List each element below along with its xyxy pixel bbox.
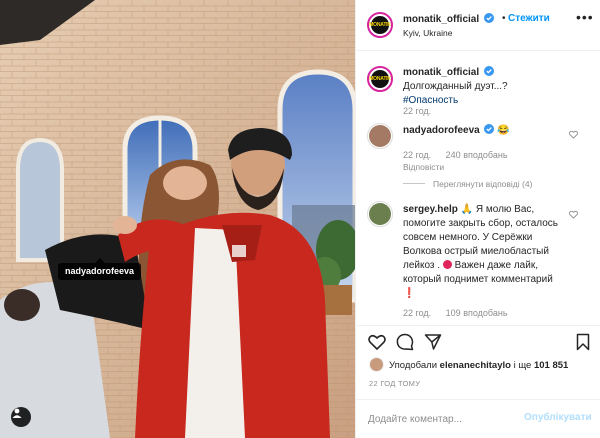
person-icon (12, 408, 22, 418)
comment-input[interactable] (368, 411, 518, 427)
post-comment-button[interactable]: Опублікувати (524, 412, 592, 423)
comment-username[interactable]: sergey.help (403, 204, 458, 215)
location-link[interactable]: Kyiv, Ukraine (403, 28, 452, 38)
post-photo[interactable]: nadyadorofeeva (0, 0, 355, 438)
comment-time: 22 год. (403, 308, 432, 318)
liker-avatar[interactable] (369, 357, 384, 372)
comment-time: 22 год. (403, 150, 432, 160)
post-timestamp[interactable]: 22 ГОД ТОМУ (369, 379, 420, 388)
caption: MONATIK monatik_official Долгожданный ду… (356, 63, 600, 123)
caption-text: Долгожданный дуэт...? (403, 81, 508, 92)
verified-badge-icon (484, 124, 495, 134)
liker-username[interactable]: elenanechitaylo (440, 360, 511, 371)
author-username[interactable]: monatik_official (403, 14, 479, 25)
comments-list[interactable]: MONATIK monatik_official Долгожданный ду… (356, 52, 600, 324)
heart-icon[interactable] (368, 333, 386, 351)
post-panel: MONATIK monatik_official • Стежити Kyiv,… (355, 0, 600, 438)
separator-dot: • (502, 13, 506, 24)
comment-item: sergey.help 🙏 Я молю Вас, помогите закры… (356, 201, 600, 321)
bookmark-icon[interactable] (574, 333, 592, 351)
view-replies-button[interactable]: Переглянути відповіді (4) (403, 179, 532, 189)
exclamation-icon: ❗ (403, 288, 416, 299)
ellipsis-icon[interactable]: ••• (576, 9, 594, 25)
user-tag-label[interactable]: nadyadorofeeva (58, 258, 142, 280)
post-header: MONATIK monatik_official • Стежити Kyiv,… (356, 0, 600, 51)
divider-line (403, 183, 425, 184)
comment-username[interactable]: nadyadorofeeva (403, 125, 480, 136)
verified-badge-icon (483, 66, 494, 76)
caption-avatar[interactable]: MONATIK (367, 66, 393, 92)
comment-text: 😂 (497, 125, 510, 136)
comment-likes[interactable]: 109 вподобань (446, 308, 508, 318)
verified-badge-icon (483, 13, 494, 23)
add-comment-bar: Опублікувати (356, 399, 600, 438)
comment-item: nadyadorofeeva 😂 22 год. 240 вподобань В… (356, 123, 600, 193)
caption-username[interactable]: monatik_official (403, 67, 479, 78)
commenter-avatar[interactable] (367, 123, 393, 149)
caption-hashtag[interactable]: #Опасность (403, 95, 458, 106)
like-comment-heart-icon[interactable] (569, 130, 578, 139)
commenter-avatar[interactable] (367, 201, 393, 227)
like-comment-heart-icon[interactable] (569, 210, 578, 219)
share-icon[interactable] (424, 333, 442, 351)
reply-button[interactable]: Відповісти (403, 162, 444, 172)
likes-count[interactable]: 101 851 (534, 360, 568, 371)
red-circle-icon (442, 260, 452, 269)
author-avatar[interactable]: MONATIK (367, 12, 393, 38)
comment-icon[interactable] (396, 333, 414, 351)
likes-summary[interactable]: Уподобали elenanechitaylo і ще 101 851 (369, 357, 599, 375)
photo-illustration (0, 0, 355, 438)
caption-time: 22 год. (403, 106, 432, 116)
tagged-users-button[interactable] (11, 407, 31, 427)
comment-likes[interactable]: 240 вподобань (446, 150, 508, 160)
follow-button[interactable]: Стежити (508, 13, 550, 24)
action-bar (356, 325, 600, 355)
